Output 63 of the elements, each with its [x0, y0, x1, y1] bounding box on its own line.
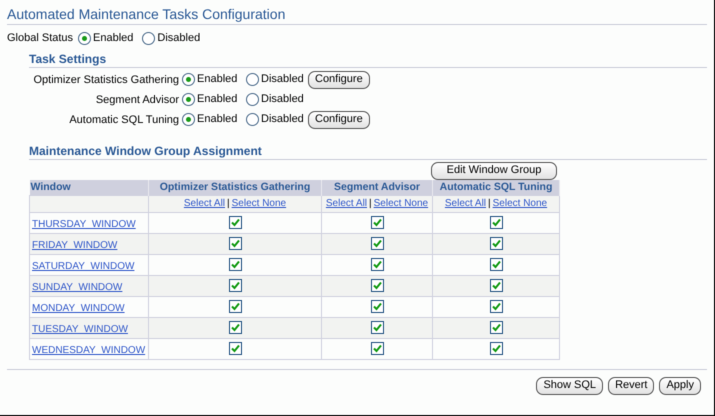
checkbox[interactable] — [490, 258, 502, 271]
checkbox[interactable] — [228, 300, 242, 313]
link-separator: | — [227, 198, 230, 209]
checkbox[interactable] — [490, 300, 502, 313]
select-all-link[interactable]: Select All — [184, 198, 226, 209]
task-label: Segment Advisor — [94, 92, 179, 106]
radio-button[interactable] — [78, 32, 92, 45]
select-none-link[interactable]: Select None — [232, 198, 286, 209]
checkbox[interactable] — [490, 279, 502, 292]
checkbox[interactable] — [228, 258, 242, 271]
radio-label: Enabled — [197, 112, 238, 128]
radio-button[interactable] — [246, 73, 259, 86]
page-title: Automated Maintenance Tasks Configuration — [7, 5, 286, 23]
radio-button[interactable] — [246, 113, 259, 126]
checkbox[interactable] — [370, 321, 384, 334]
checkbox[interactable] — [370, 216, 384, 229]
action-button[interactable]: Revert — [608, 376, 654, 394]
checkbox[interactable] — [228, 216, 242, 229]
column-header: Window — [30, 180, 148, 195]
radio-button[interactable] — [142, 32, 156, 45]
checkbox[interactable] — [228, 279, 242, 292]
configure-button[interactable]: Configure — [308, 70, 370, 88]
checkbox[interactable] — [370, 237, 384, 250]
checkbox[interactable] — [228, 342, 242, 355]
radio-label: Enabled — [93, 31, 134, 46]
link-separator: | — [369, 198, 372, 209]
select-all-link[interactable]: Select All — [444, 198, 486, 209]
select-all-link[interactable]: Select All — [326, 198, 368, 209]
configure-button[interactable]: Configure — [308, 110, 370, 128]
radio-button[interactable] — [182, 113, 195, 126]
checkbox[interactable] — [370, 300, 384, 313]
action-button[interactable]: Apply — [659, 376, 701, 394]
checkbox[interactable] — [490, 342, 502, 355]
column-header: Segment Advisor — [322, 180, 432, 195]
radio-label: Enabled — [197, 92, 238, 108]
radio-button[interactable] — [182, 93, 195, 106]
radio-button[interactable] — [246, 93, 259, 106]
link-separator: | — [488, 198, 491, 209]
radio-label: Disabled — [157, 31, 200, 46]
checkbox[interactable] — [228, 321, 242, 334]
checkbox[interactable] — [228, 237, 242, 250]
select-none-link[interactable]: Select None — [374, 198, 428, 209]
checkbox[interactable] — [370, 342, 384, 355]
task-label: Optimizer Statistics Gathering — [32, 72, 179, 86]
select-none-link[interactable]: Select None — [492, 198, 548, 209]
radio-label: Disabled — [261, 112, 304, 128]
radio-button[interactable] — [182, 73, 195, 86]
column-header: Optimizer Statistics Gathering — [148, 180, 322, 195]
radio-label: Disabled — [261, 92, 304, 108]
checkbox[interactable] — [490, 216, 502, 229]
global-status-label: Global Status — [7, 31, 74, 46]
radio-label: Disabled — [261, 72, 304, 88]
edit-window-group-button[interactable]: Edit Window Group — [431, 162, 557, 180]
checkbox[interactable] — [490, 237, 502, 250]
radio-label: Enabled — [197, 72, 238, 88]
section-heading: Task Settings — [29, 50, 108, 66]
task-label: Automatic SQL Tuning — [68, 112, 179, 126]
checkbox[interactable] — [370, 279, 384, 292]
action-button[interactable]: Show SQL — [536, 376, 604, 394]
checkbox[interactable] — [370, 258, 384, 271]
column-header: Automatic SQL Tuning — [432, 180, 560, 195]
checkbox[interactable] — [490, 321, 502, 334]
section-heading: Maintenance Window Group Assignment — [29, 142, 263, 158]
